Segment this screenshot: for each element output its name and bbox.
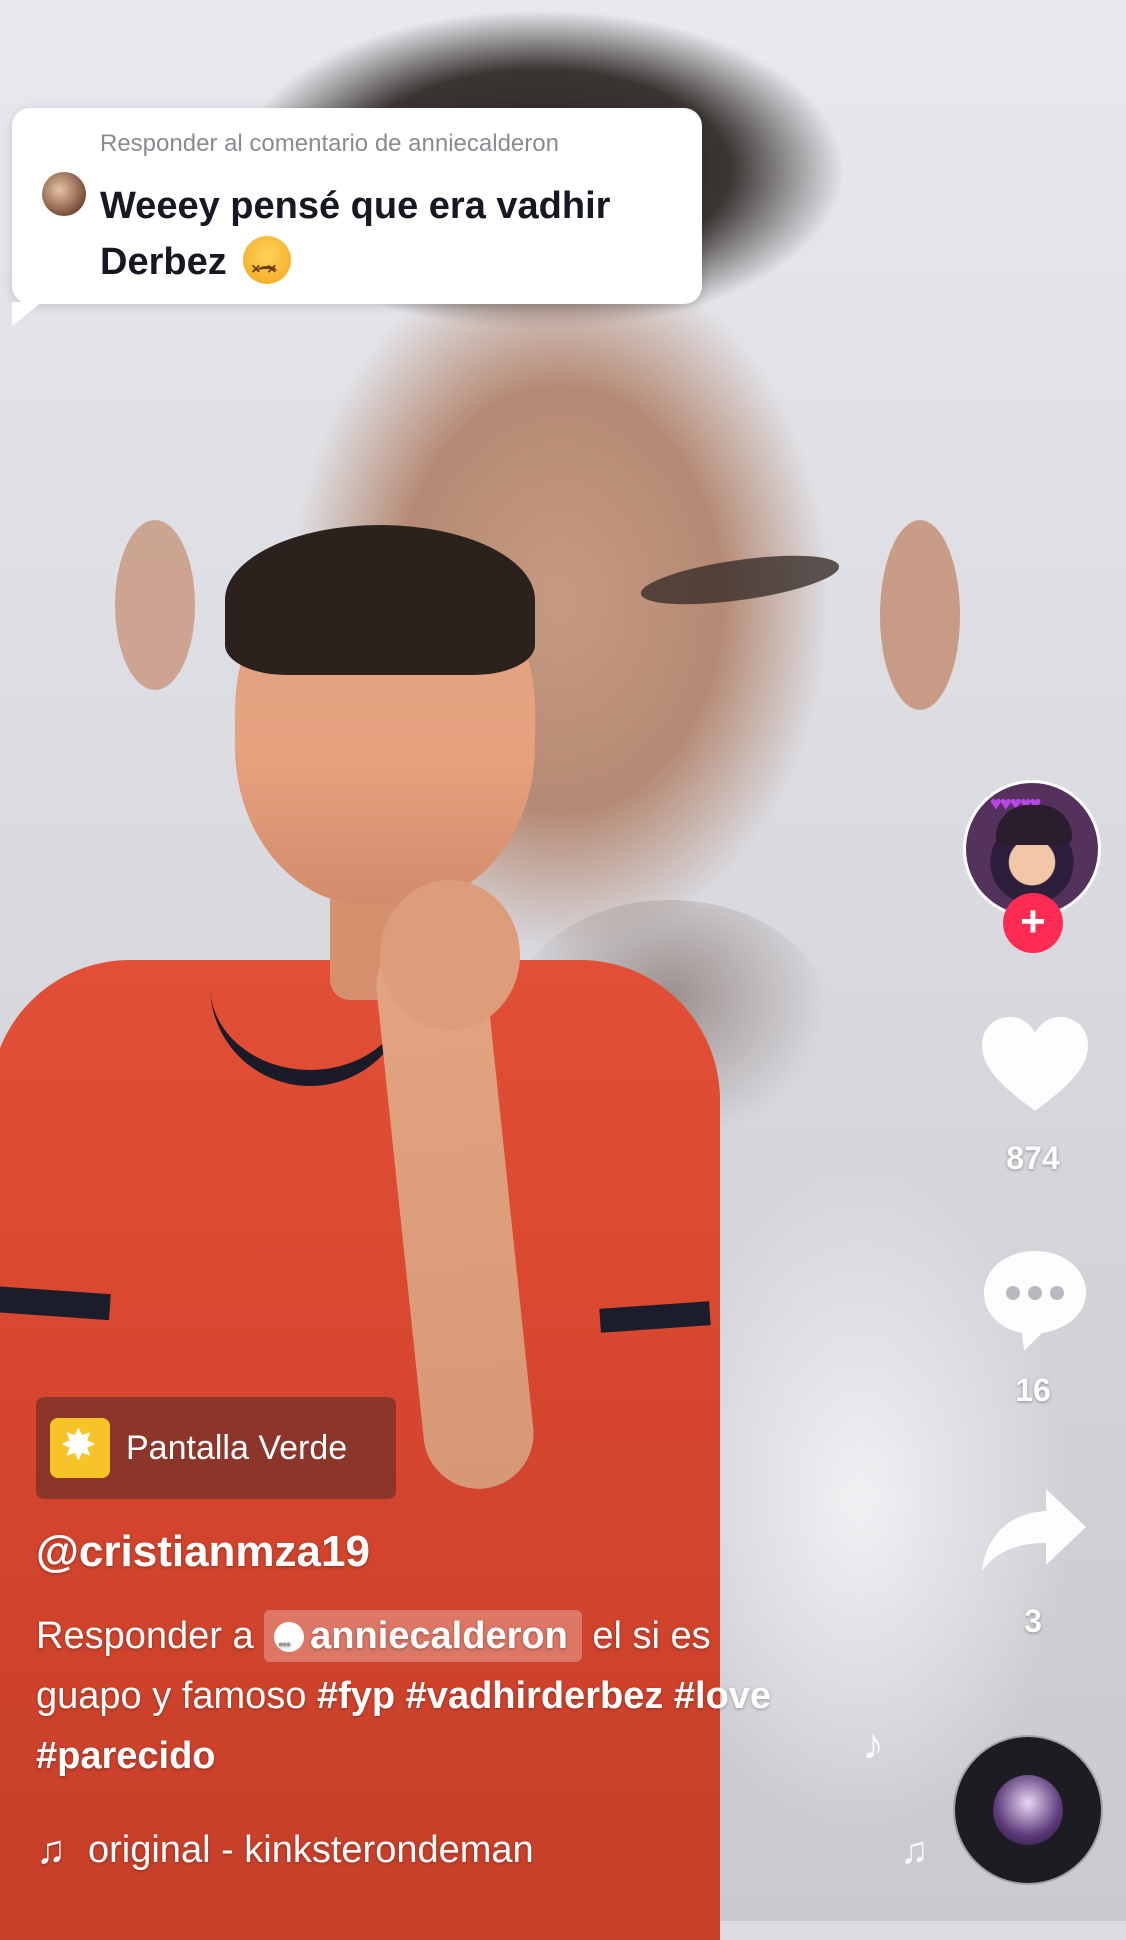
follow-plus-button[interactable]: +: [1003, 893, 1063, 953]
effect-label: Pantalla Verde: [126, 1428, 348, 1467]
reply-comment-text: Weeey pensé que era vadhir Derbez: [100, 178, 690, 298]
share-arrow-icon: [982, 1489, 1086, 1571]
mention-username: anniecalderon: [310, 1615, 568, 1657]
caption-prefix: Responder a: [36, 1615, 254, 1657]
commenter-avatar: [42, 172, 86, 216]
hashtag[interactable]: #vadhirderbez: [406, 1675, 664, 1717]
music-cover-thumbnail: [993, 1775, 1063, 1845]
music-title: original - kinksterondeman: [88, 1828, 534, 1871]
reply-header: Responder al comentario de anniecalderon: [100, 130, 559, 157]
creator-username[interactable]: @cristianmza19: [36, 1527, 370, 1577]
like-button[interactable]: [980, 1010, 1090, 1120]
floating-note-icon: ♪: [862, 1720, 884, 1769]
comment-bubble-icon: [984, 1251, 1086, 1351]
mention-chip[interactable]: anniecalderon: [264, 1610, 582, 1670]
hashtag[interactable]: #fyp: [317, 1675, 395, 1717]
dizzy-face-emoji-icon: [243, 236, 292, 298]
share-button[interactable]: [978, 1480, 1090, 1580]
sparkle-effect-icon: [50, 1418, 110, 1478]
person-hand: [380, 880, 520, 1030]
avatar-hair: [996, 805, 1072, 845]
hashtag[interactable]: #parecido: [36, 1735, 216, 1777]
comment-count: 16: [1015, 1372, 1051, 1408]
music-note-icon: ♫: [36, 1827, 66, 1872]
reply-comment-sticker[interactable]: Responder al comentario de anniecalderon…: [12, 108, 702, 326]
effect-tag[interactable]: Pantalla Verde: [36, 1397, 396, 1499]
hashtag[interactable]: #love: [674, 1675, 771, 1717]
like-count: 874: [1006, 1140, 1060, 1176]
background-face-ear: [115, 520, 195, 690]
music-info[interactable]: ♫ original - kinksterondeman: [36, 1820, 636, 1880]
music-disc-button[interactable]: [955, 1737, 1101, 1883]
person-hair: [225, 525, 535, 675]
heart-icon: [982, 1017, 1088, 1111]
reply-comment-body: Weeey pensé que era vadhir Derbez: [100, 185, 611, 283]
post-caption: Responder a anniecalderon el si es guapo…: [36, 1606, 776, 1786]
comment-mini-icon: [274, 1618, 305, 1670]
floating-note-icon: ♫: [900, 1830, 929, 1872]
share-count: 3: [1024, 1603, 1042, 1639]
comment-button[interactable]: [980, 1245, 1090, 1355]
background-face-ear: [880, 520, 960, 710]
